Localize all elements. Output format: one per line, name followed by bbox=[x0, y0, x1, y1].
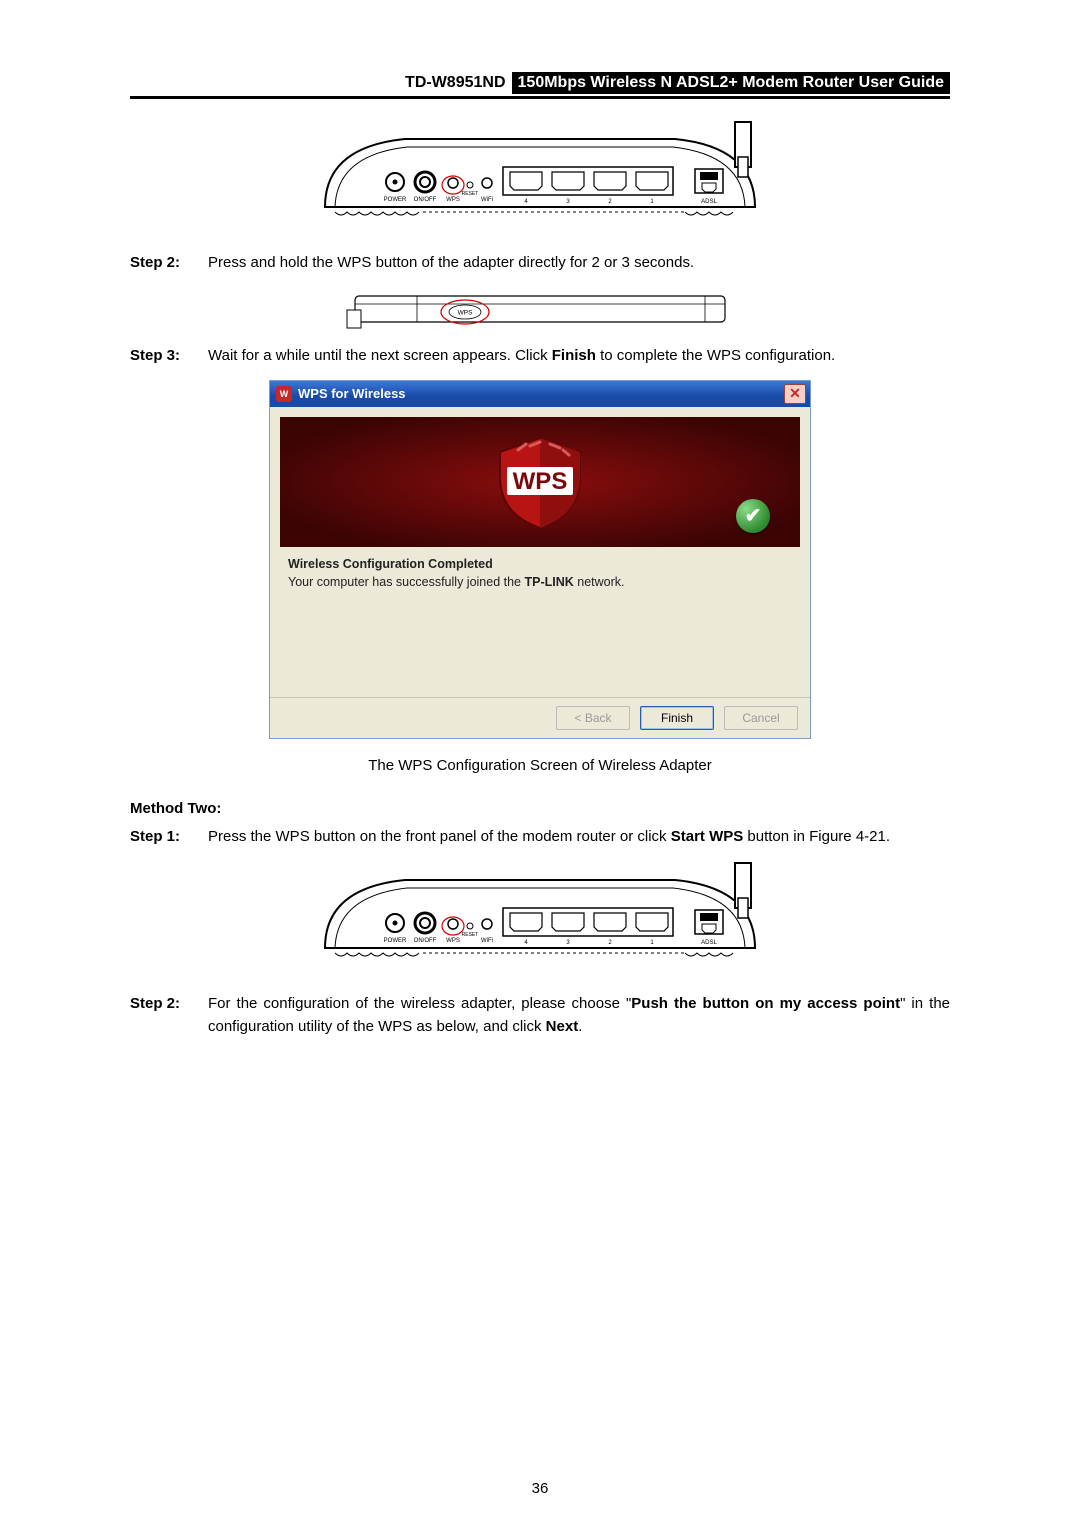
svg-text:RESET: RESET bbox=[462, 932, 479, 938]
svg-text:WPS: WPS bbox=[458, 310, 473, 317]
dialog-body: Wireless Configuration Completed Your co… bbox=[270, 553, 810, 697]
model-number: TD-W8951ND bbox=[405, 72, 511, 94]
svg-text:ON/OFF: ON/OFF bbox=[414, 197, 437, 203]
page-header: TD-W8951ND 150Mbps Wireless N ADSL2+ Mod… bbox=[130, 72, 950, 99]
step-label: Step 3: bbox=[130, 344, 208, 367]
svg-text:WPS: WPS bbox=[446, 938, 460, 944]
svg-text:WiFi: WiFi bbox=[481, 197, 493, 203]
dialog-titlebar: W WPS for Wireless ✕ bbox=[270, 381, 810, 407]
step-1b: Step 1: Press the WPS button on the fron… bbox=[130, 825, 950, 848]
wps-shield-icon: WPS bbox=[485, 432, 595, 532]
cancel-button: Cancel bbox=[724, 706, 798, 730]
wps-dialog: W WPS for Wireless ✕ WPS ✔ Wireless Conf… bbox=[269, 380, 811, 739]
svg-text:ADSL: ADSL bbox=[701, 199, 717, 205]
svg-text:POWER: POWER bbox=[384, 197, 407, 203]
dialog-title-text: WPS for Wireless bbox=[298, 386, 406, 401]
dialog-banner: WPS ✔ bbox=[280, 417, 800, 547]
close-button[interactable]: ✕ bbox=[784, 384, 806, 404]
step-3a: Step 3: Wait for a while until the next … bbox=[130, 344, 950, 367]
page-number: 36 bbox=[0, 1480, 1080, 1497]
router-back-panel-illustration: POWER ON/OFF WPS RESET WiFi 4 3 2 1 ADSL bbox=[305, 117, 775, 237]
success-check-icon: ✔ bbox=[736, 499, 770, 533]
adapter-illustration: WPS bbox=[345, 284, 735, 334]
guide-title: 150Mbps Wireless N ADSL2+ Modem Router U… bbox=[512, 72, 950, 94]
step-label: Step 1: bbox=[130, 825, 208, 848]
svg-text:WiFi: WiFi bbox=[481, 938, 493, 944]
back-button: < Back bbox=[556, 706, 630, 730]
figure-caption: The WPS Configuration Screen of Wireless… bbox=[130, 757, 950, 774]
dialog-message: Your computer has successfully joined th… bbox=[288, 575, 792, 589]
svg-text:ADSL: ADSL bbox=[701, 940, 717, 946]
step-2a: Step 2: Press and hold the WPS button of… bbox=[130, 251, 950, 274]
step-text: Press and hold the WPS button of the ada… bbox=[208, 251, 950, 274]
svg-text:RESET: RESET bbox=[462, 191, 479, 197]
step-label: Step 2: bbox=[130, 251, 208, 274]
router-back-panel-illustration: POWER ON/OFF WPS RESET WiFi 4 3 2 1 ADSL bbox=[305, 858, 775, 978]
step-label: Step 2: bbox=[130, 992, 208, 1039]
dialog-footer: < Back Finish Cancel bbox=[270, 697, 810, 738]
step-text: Press the WPS button on the front panel … bbox=[208, 825, 950, 848]
method-two-heading: Method Two: bbox=[130, 800, 950, 817]
finish-button[interactable]: Finish bbox=[640, 706, 714, 730]
svg-text:WPS: WPS bbox=[446, 197, 460, 203]
wps-app-icon: W bbox=[276, 386, 292, 402]
svg-text:POWER: POWER bbox=[384, 938, 407, 944]
step-text: Wait for a while until the next screen a… bbox=[208, 344, 950, 367]
step-text: For the configuration of the wireless ad… bbox=[208, 992, 950, 1039]
dialog-headline: Wireless Configuration Completed bbox=[288, 557, 792, 571]
svg-text:ON/OFF: ON/OFF bbox=[414, 938, 437, 944]
step-2b: Step 2: For the configuration of the wir… bbox=[130, 992, 950, 1039]
svg-text:WPS: WPS bbox=[513, 468, 568, 495]
